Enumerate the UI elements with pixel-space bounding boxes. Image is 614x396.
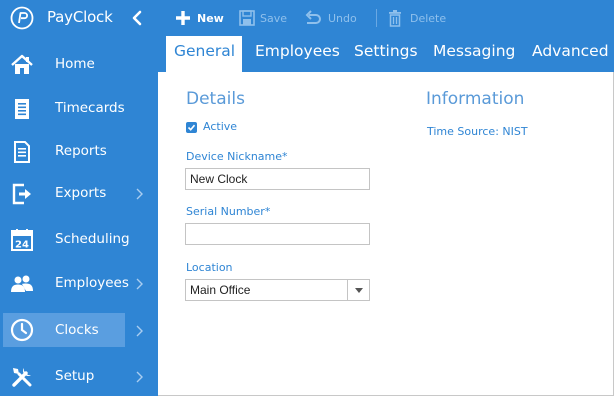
tab-general[interactable]: General (166, 36, 242, 72)
export-icon (12, 183, 31, 205)
report-icon (14, 141, 30, 163)
sidebar-item-label: Timecards (55, 100, 125, 116)
sidebar-item-timecards[interactable]: Timecards (0, 88, 158, 130)
delete-button[interactable]: Delete (386, 0, 458, 36)
information-title: Information (426, 89, 525, 109)
brand-name: PayClock (47, 8, 113, 26)
serial-number-input[interactable] (185, 223, 370, 245)
tab-advanced[interactable]: Advanced (532, 36, 609, 72)
tab-bar: General Employees Settings Messaging Adv… (158, 36, 614, 72)
device-nickname-input[interactable] (185, 168, 370, 190)
time-source-text: Time Source: NIST (427, 125, 528, 138)
chevron-right-icon (136, 278, 143, 290)
sidebar-item-label: Employees (55, 275, 129, 291)
save-label: Save (260, 12, 288, 25)
timecard-icon (15, 99, 29, 119)
users-icon (11, 275, 33, 292)
sidebar-item-scheduling[interactable]: 24 Scheduling (0, 219, 158, 261)
plus-icon (176, 11, 190, 25)
sidebar-item-reports[interactable]: Reports (0, 131, 158, 173)
nickname-label: Device Nickname* (186, 150, 288, 163)
location-selected-value: Main Office (190, 283, 251, 297)
chevron-right-icon (136, 325, 143, 337)
toolbar: New Save Undo Delete (158, 0, 614, 36)
calendar-icon: 24 (11, 229, 33, 251)
sidebar-item-label: Setup (55, 368, 95, 384)
new-button[interactable]: New (172, 0, 228, 36)
trash-icon (389, 10, 401, 27)
sidebar-item-home[interactable]: Home (0, 44, 158, 86)
sidebar-item-clocks[interactable]: Clocks (0, 313, 158, 355)
tab-messaging[interactable]: Messaging (433, 36, 515, 72)
checkmark-icon (187, 124, 196, 131)
active-label: Active (203, 120, 238, 133)
tab-settings[interactable]: Settings (354, 36, 418, 72)
active-checkbox[interactable] (186, 122, 197, 133)
clock-icon (10, 318, 34, 342)
save-button[interactable]: Save (236, 0, 294, 36)
new-label: New (197, 12, 224, 25)
location-label: Location (186, 261, 233, 274)
payclock-logo-icon (10, 6, 34, 30)
brand-header: PayClock (0, 0, 158, 36)
delete-label: Delete (410, 12, 447, 25)
serial-number-label: Serial Number* (186, 205, 271, 218)
undo-icon (305, 10, 321, 24)
details-title: Details (186, 89, 245, 109)
sidebar-item-label: Reports (55, 143, 107, 159)
sidebar: PayClock Home Timecards Reports Exports … (0, 0, 158, 396)
tab-employees[interactable]: Employees (255, 36, 340, 72)
location-select[interactable]: Main Office (185, 279, 370, 301)
home-icon (11, 54, 33, 74)
general-panel: Details Active Device Nickname* Serial N… (158, 72, 614, 396)
sidebar-item-label: Home (55, 56, 95, 72)
location-dropdown-button[interactable] (347, 280, 369, 300)
calendar-day: 24 (15, 240, 29, 251)
caret-down-icon (355, 288, 363, 293)
sidebar-item-exports[interactable]: Exports (0, 173, 158, 215)
tools-icon (12, 368, 32, 387)
sidebar-item-label: Scheduling (55, 231, 130, 247)
sidebar-item-employees[interactable]: Employees (0, 263, 158, 305)
sidebar-item-setup[interactable]: Setup (0, 356, 158, 396)
undo-button[interactable]: Undo (304, 0, 368, 36)
sidebar-item-label: Clocks (55, 322, 99, 338)
chevron-right-icon (136, 371, 143, 383)
sidebar-item-label: Exports (55, 185, 107, 201)
chevron-right-icon (136, 188, 143, 200)
save-icon (239, 10, 255, 26)
undo-label: Undo (328, 12, 357, 25)
collapse-sidebar-icon[interactable] (130, 9, 144, 27)
toolbar-divider (376, 9, 377, 27)
